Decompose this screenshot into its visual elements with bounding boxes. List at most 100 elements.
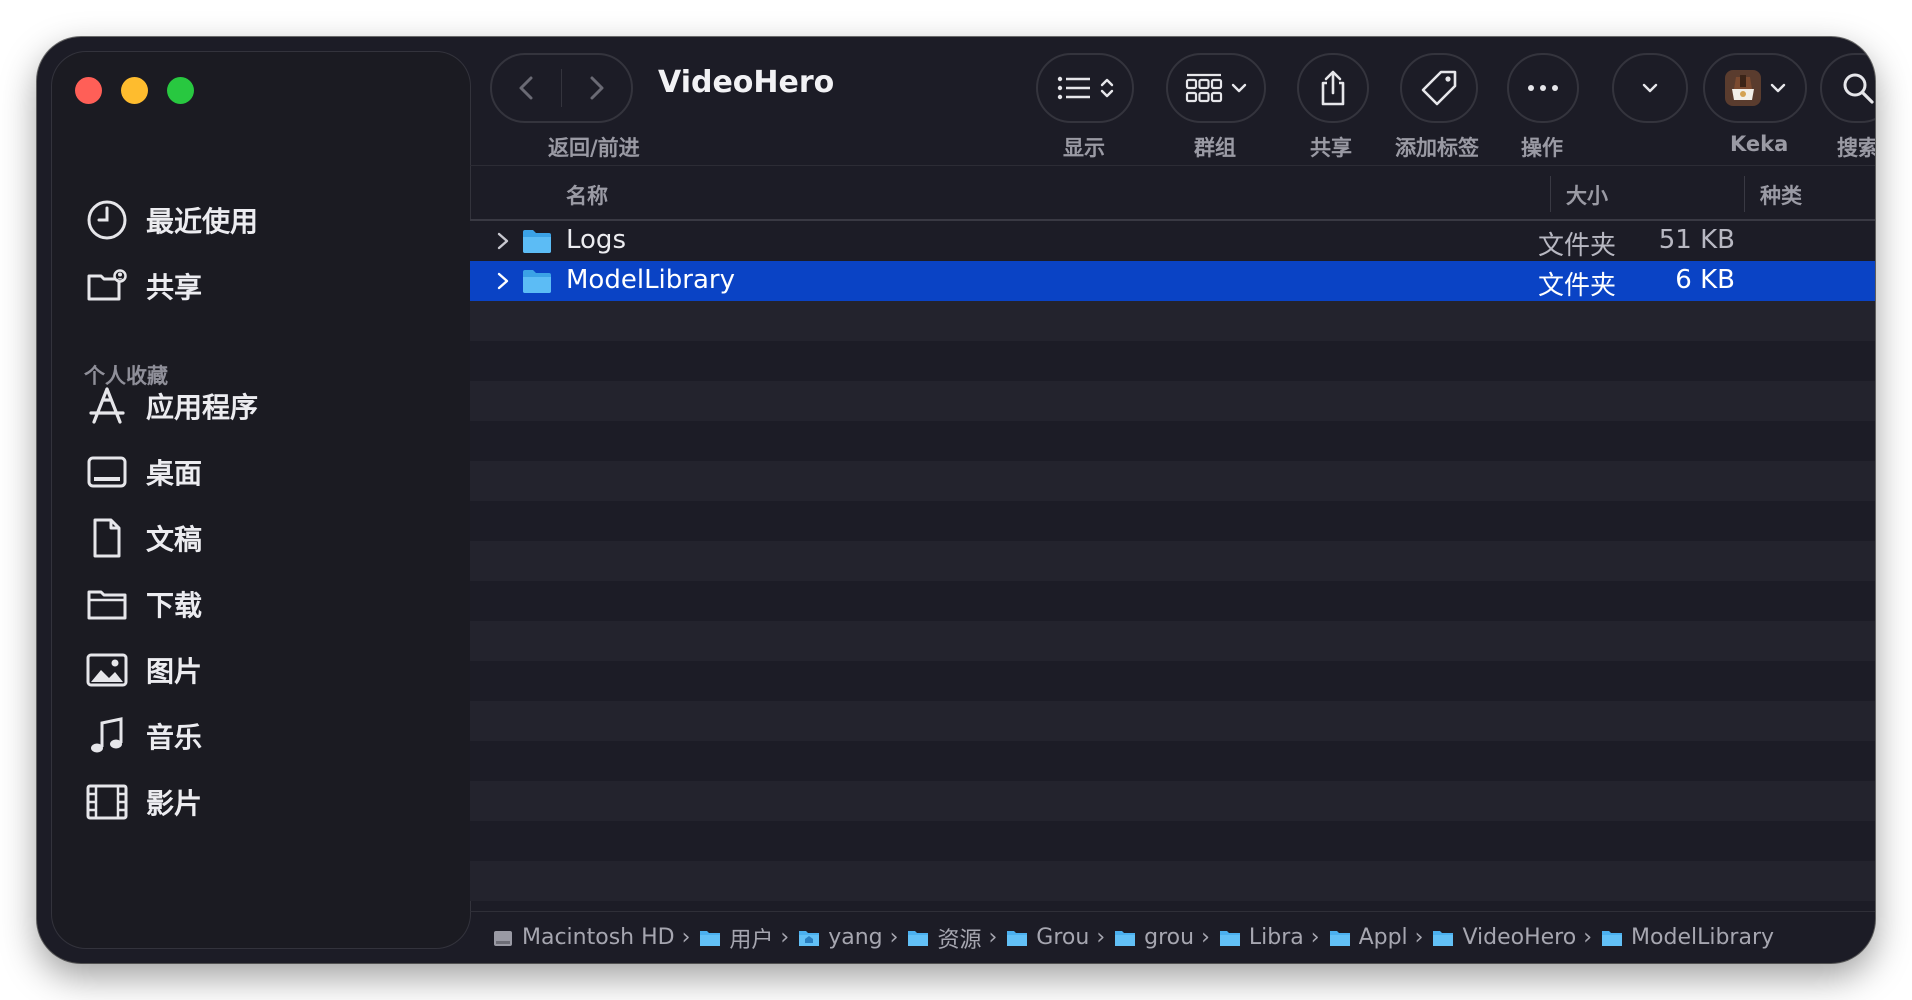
folder-icon (1602, 930, 1623, 946)
file-row-modellibrary[interactable]: ModelLibrary 6 KB 文件夹 (470, 261, 1875, 301)
forward-button[interactable] (562, 55, 631, 121)
folder-icon (1329, 930, 1350, 946)
desktop-icon (84, 449, 130, 495)
share-label: 共享 (1310, 136, 1352, 160)
sidebar-item-desktop[interactable]: 桌面 (84, 444, 444, 500)
sidebar-item-documents[interactable]: 文稿 (84, 510, 444, 566)
list-view-icon (1057, 76, 1090, 100)
grid-group-icon (1185, 73, 1223, 103)
path-item-yang[interactable]: yang (798, 925, 883, 950)
share-icon (1321, 70, 1345, 106)
path-separator: › (1414, 925, 1424, 950)
path-item-macintosh-hd[interactable]: Macintosh HD (492, 925, 675, 950)
chevron-down-icon (1231, 83, 1247, 93)
group-button[interactable] (1166, 53, 1266, 123)
folder-icon (1219, 930, 1240, 946)
chevron-down-icon (1770, 83, 1786, 93)
view-options-button[interactable] (1036, 53, 1134, 123)
path-item-modellibrary[interactable]: ModelLibrary (1601, 925, 1774, 950)
more-toolbar-items-button[interactable] (1612, 53, 1688, 123)
keka-label: Keka (1730, 132, 1789, 156)
sidebar-item-music[interactable]: 音乐 (84, 708, 444, 764)
path-separator: › (889, 925, 899, 950)
keka-app-icon (1725, 70, 1761, 106)
folder-icon (1007, 930, 1028, 946)
file-list: Logs 51 KB 文件夹 ModelLibrary 6 KB 文件夹 (470, 221, 1875, 911)
sidebar-item-label: 图片 (146, 655, 203, 688)
file-name: Logs (566, 225, 626, 255)
folder-icon (700, 930, 721, 946)
path-item-videohero[interactable]: VideoHero (1432, 925, 1576, 950)
zoom-button[interactable] (167, 77, 194, 104)
sidebar-item-applications[interactable]: 应用程序 (84, 378, 444, 434)
back-button[interactable] (492, 55, 561, 121)
tag-icon (1421, 70, 1457, 106)
column-kind-header[interactable]: 种类 (1760, 180, 1802, 210)
disclosure-chevron-icon[interactable] (494, 231, 512, 251)
sidebar-item-label: 下载 (146, 589, 203, 622)
downloads-folder-icon (84, 581, 130, 627)
add-tag-label: 添加标签 (1395, 136, 1479, 160)
column-header: 名称 大小 种类 (470, 165, 1875, 221)
window-title: VideoHero (658, 65, 835, 100)
applications-icon (84, 383, 130, 429)
column-size-header[interactable]: 大小 (1566, 180, 1608, 210)
film-icon (84, 779, 130, 825)
folder-icon (523, 230, 551, 253)
close-button[interactable] (75, 77, 102, 104)
path-separator: › (1096, 925, 1106, 950)
toolbar: 返回/前进 VideoHero 显示 群组 共享 添加标签 操作 Keka 搜索 (470, 37, 1875, 165)
path-separator: › (1201, 925, 1210, 950)
file-row-logs[interactable]: Logs 51 KB 文件夹 (470, 221, 1875, 261)
search-label: 搜索 (1837, 136, 1875, 160)
finder-window: 最近使用 共享 个人收藏 应用程序 桌面 文稿 下载 图片 音乐 影片 返回/前… (37, 37, 1875, 963)
folder-icon (1433, 930, 1454, 946)
path-bar: Macintosh HD › 用户 › yang › 资源 › Grou › g… (470, 911, 1875, 963)
chevron-right-icon (590, 76, 604, 100)
disk-icon (494, 930, 512, 946)
keka-button[interactable] (1703, 53, 1807, 123)
view-label: 显示 (1063, 136, 1105, 160)
sidebar-item-downloads[interactable]: 下载 (84, 576, 444, 632)
chevron-left-icon (519, 76, 532, 100)
ellipsis-icon (1528, 85, 1558, 91)
action-label: 操作 (1521, 136, 1563, 160)
search-button[interactable] (1820, 53, 1875, 123)
minimize-button[interactable] (121, 77, 148, 104)
path-item-library[interactable]: Libra (1219, 925, 1304, 950)
column-name-header[interactable]: 名称 (566, 180, 608, 210)
sidebar-item-movies[interactable]: 影片 (84, 774, 444, 830)
sidebar-item-recents[interactable]: 最近使用 (84, 192, 444, 248)
clock-icon (84, 197, 130, 243)
path-item-group[interactable]: grou (1114, 925, 1194, 950)
up-down-chevron-icon (1100, 78, 1114, 98)
action-button[interactable] (1507, 53, 1579, 123)
chevron-down-icon (1642, 83, 1658, 93)
sidebar-item-pictures[interactable]: 图片 (84, 642, 444, 698)
path-item-users[interactable]: 用户 (699, 922, 773, 954)
sidebar-item-label: 影片 (146, 787, 203, 820)
path-separator: › (780, 925, 790, 950)
sidebar: 最近使用 共享 个人收藏 应用程序 桌面 文稿 下载 图片 音乐 影片 (52, 52, 470, 948)
path-separator: › (1310, 925, 1320, 950)
add-tag-button[interactable] (1400, 53, 1478, 123)
share-button[interactable] (1297, 53, 1369, 123)
group-label: 群组 (1194, 136, 1236, 160)
file-size: 51 KB (1658, 225, 1735, 255)
file-size: 6 KB (1675, 265, 1735, 295)
disclosure-chevron-icon[interactable] (494, 271, 512, 291)
sidebar-item-label: 音乐 (146, 721, 203, 754)
sidebar-item-label: 应用程序 (146, 391, 259, 424)
path-separator: › (681, 925, 691, 950)
file-name: ModelLibrary (566, 265, 735, 295)
path-separator: › (988, 925, 998, 950)
search-icon (1843, 73, 1874, 104)
folder-icon (1115, 930, 1136, 946)
folder-icon (908, 930, 929, 946)
path-item-application-support[interactable]: Appl (1329, 925, 1408, 950)
back-forward-control (490, 53, 633, 123)
path-item-resources[interactable]: 资源 (907, 922, 981, 954)
file-kind: 文件夹 (1538, 271, 1617, 301)
path-item-group-containers[interactable]: Grou (1006, 925, 1089, 950)
sidebar-item-shared[interactable]: 共享 (84, 258, 444, 314)
